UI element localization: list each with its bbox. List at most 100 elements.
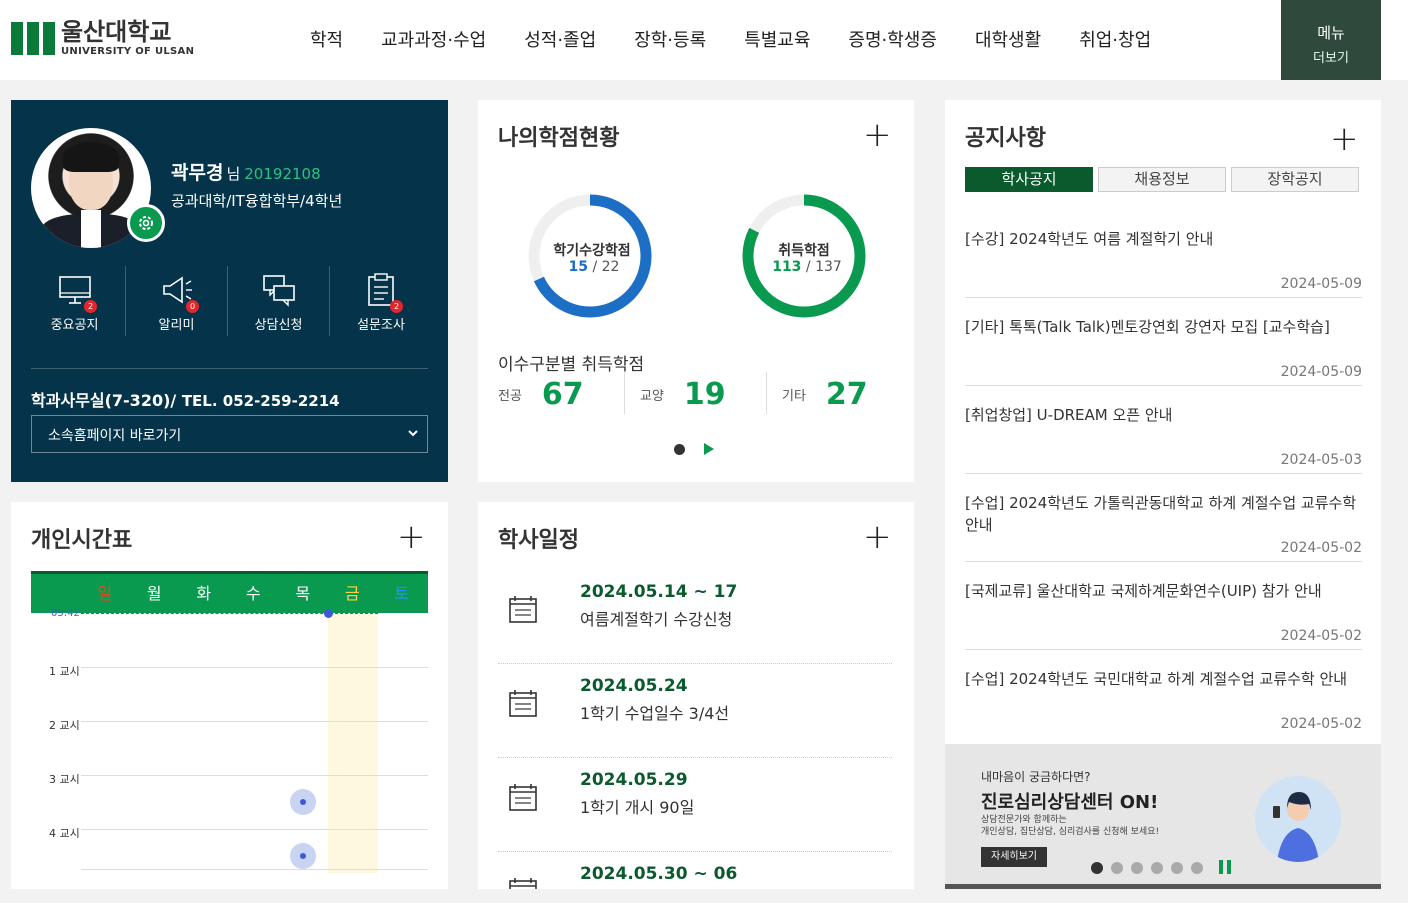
credits-panel: 나의학점현황 + 학기수강학점 15 / 22 취득학점 113 / 137 이… [478,100,914,482]
list-item[interactable]: [취업창업] U-DREAM 오픈 안내 2024-05-03 [965,386,1362,474]
nav-item-certificates[interactable]: 증명·학생증 [848,26,937,52]
schedule-event: 1학기 수업일수 3/4선 [580,704,730,723]
quick-link-survey[interactable]: 2 설문조사 [330,266,432,336]
schedule-title: 학사일정 [498,528,579,553]
list-item[interactable]: 2024.05.24 1학기 수업일수 3/4선 [498,664,892,758]
semester-credits-label: 학기수강학점 [553,243,631,259]
class-marker[interactable] [290,843,316,869]
schedule-event: 1학기 개시 90일 [580,798,695,817]
current-time-label: 05:42 [51,608,80,619]
nav-item-grades[interactable]: 성적·졸업 [524,26,596,52]
quick-link-alarm[interactable]: 0 알리미 [126,266,228,336]
weekday-sunday: 일 [97,584,113,603]
carousel-dot-active[interactable] [674,444,685,455]
schedule-list: 2024.05.14 ~ 17 여름계절학기 수강신청 2024.05.24 1… [498,570,892,889]
notice-title: 공지사항 [965,126,1046,151]
acquired-credits-value: 113 / 137 [772,259,842,275]
quick-link-label: 중요공지 [50,318,99,333]
student-name: 곽무경 [171,162,224,184]
menu-more-button[interactable]: 메뉴 더보기 [1281,0,1381,80]
carousel-dot[interactable] [1191,862,1203,874]
list-item[interactable]: 2024.05.29 1학기 개시 90일 [498,758,892,852]
calendar-icon [509,784,537,811]
earned-other: 기타 27 [782,372,868,416]
header: 울산대학교 UNIVERSITY OF ULSAN 학적 교과과정·수업 성적·… [0,0,1408,80]
acquired-credits-label: 취득학점 [778,243,830,259]
banner-description-line: 개인상담, 집단상담, 심리검사를 신청해 보세요! [981,827,1160,837]
banner-description: 상담전문가와 함께하는 개인상담, 집단상담, 심리검사를 신청해 보세요! [981,814,1211,838]
notice-item-date: 2024-05-09 [1280,276,1362,292]
carousel-dot[interactable] [1171,862,1183,874]
tab-recruitment[interactable]: 채용정보 [1098,167,1226,192]
list-item[interactable]: 2024.05.30 ~ 06 [498,852,892,889]
schedule-more-plus-icon[interactable]: + [863,520,892,554]
nav-item-special-education[interactable]: 특별교육 [744,26,810,52]
notice-item-title: [취업창업] U-DREAM 오픈 안내 [965,406,1173,424]
list-item[interactable]: 2024.05.14 ~ 17 여름계절학기 수강신청 [498,570,892,664]
homepage-select[interactable]: 소속홈페이지 바로가기 [31,415,428,453]
period-label: 3 교시 [49,773,80,786]
earned-major: 전공 67 [498,372,584,416]
logo-text-english: UNIVERSITY OF ULSAN [61,46,195,57]
gear-icon [139,216,153,230]
list-item[interactable]: [수업] 2024학년도 가톨릭관동대학교 하계 계절수업 교류수학 안내 202… [965,474,1362,562]
pause-icon[interactable] [1219,860,1231,874]
banner-description-line: 상담전문가와 함께하는 [981,815,1067,825]
list-item[interactable]: [국제교류] 울산대학교 국제하계문화연수(UIP) 참가 안내 2024-05-… [965,562,1362,650]
timetable-more-plus-icon[interactable]: + [397,520,426,554]
period-line [81,829,428,830]
period-label: 4 교시 [49,827,80,840]
nav-item-campus-life[interactable]: 대학생활 [975,26,1041,52]
notice-more-plus-icon[interactable]: + [1330,122,1359,156]
carousel-dot-active[interactable] [1091,862,1103,874]
class-marker[interactable] [290,789,316,815]
nav-item-academic-record[interactable]: 학적 [310,26,343,52]
student-department: 공과대학/IT융합학부/4학년 [171,192,343,210]
quick-link-counseling[interactable]: 상담신청 [228,266,330,336]
credits-more-plus-icon[interactable]: + [863,118,892,152]
academic-schedule-panel: 학사일정 + 2024.05.14 ~ 17 여름계절학기 수강신청 2024.… [478,502,914,889]
profile-panel: 곽무경 님 20192108 공과대학/IT융합학부/4학년 2 중요공지 0 알리… [11,100,448,482]
chevron-down-icon [408,430,418,437]
divider [624,372,625,414]
notice-item-date: 2024-05-03 [1280,452,1362,468]
credits-title: 나의학점현황 [498,126,620,151]
profile-settings-button[interactable] [127,204,165,242]
current-time-line [81,613,378,614]
nav-item-scholarship[interactable]: 장학·등록 [634,26,706,52]
banner-details-button[interactable]: 자세히보기 [981,847,1047,867]
list-item[interactable]: [수강] 2024학년도 여름 계절학기 안내 2024-05-09 [965,210,1362,298]
tab-scholarship[interactable]: 장학공지 [1231,167,1359,192]
weekday-thursday: 목 [295,584,311,603]
university-logo[interactable]: 울산대학교 UNIVERSITY OF ULSAN [11,20,194,57]
quick-links: 2 중요공지 0 알리미 상담신청 2 설문조사 [24,266,432,336]
nav-item-employment[interactable]: 취업·창업 [1079,26,1151,52]
notice-item-title: [기타] 톡톡(Talk Talk)멘토강연회 강연자 모집 [교수학습] [965,318,1330,336]
earned-liberal-arts: 교양 19 [640,372,726,416]
carousel-dot[interactable] [1151,862,1163,874]
list-item[interactable]: [수업] 2024학년도 국민대학교 하계 계절수업 교류수학 안내 2024-0… [965,650,1362,738]
acquired-credits-total: 137 [815,259,842,275]
chat-icon [262,275,295,307]
quick-link-important-notice[interactable]: 2 중요공지 [24,266,126,336]
tab-academic-notice[interactable]: 학사공지 [965,167,1093,192]
notice-item-title: [수업] 2024학년도 가톨릭관동대학교 하계 계절수업 교류수학 안내 [965,494,1357,534]
carousel-next-icon[interactable] [704,443,714,455]
counseling-banner[interactable]: 내마음이 궁금하다면? 진로심리상담센터 ON! 상담전문가와 함께하는 개인상… [945,744,1381,889]
banner-eyebrow: 내마음이 궁금하다면? [981,770,1091,784]
homepage-select-value: 소속홈페이지 바로가기 [48,428,182,444]
earned-other-label: 기타 [782,388,806,404]
notice-list: [수강] 2024학년도 여름 계절학기 안내 2024-05-09 [기타] 톡… [965,210,1362,738]
schedule-date: 2024.05.30 ~ 06 [580,864,738,884]
timetable-weekday-header: 일 월 화 수 목 금 토 [31,571,428,613]
counselor-illustration [1255,776,1341,862]
list-item[interactable]: [기타] 톡톡(Talk Talk)멘토강연회 강연자 모집 [교수학습] 202… [965,298,1362,386]
department-office-info: 학과사무실(7-320)/ TEL. 052-259-2214 [31,387,340,411]
period-label: 1 교시 [49,665,80,678]
nav-item-curriculum[interactable]: 교과과정·수업 [381,26,486,52]
timetable-grid: 05:42 1 교시 2 교시 3 교시 4 교시 [31,608,428,873]
notice-item-title: [수업] 2024학년도 국민대학교 하계 계절수업 교류수학 안내 [965,670,1348,688]
carousel-dot[interactable] [1131,862,1143,874]
carousel-dot[interactable] [1111,862,1123,874]
notice-item-date: 2024-05-02 [1280,540,1362,556]
